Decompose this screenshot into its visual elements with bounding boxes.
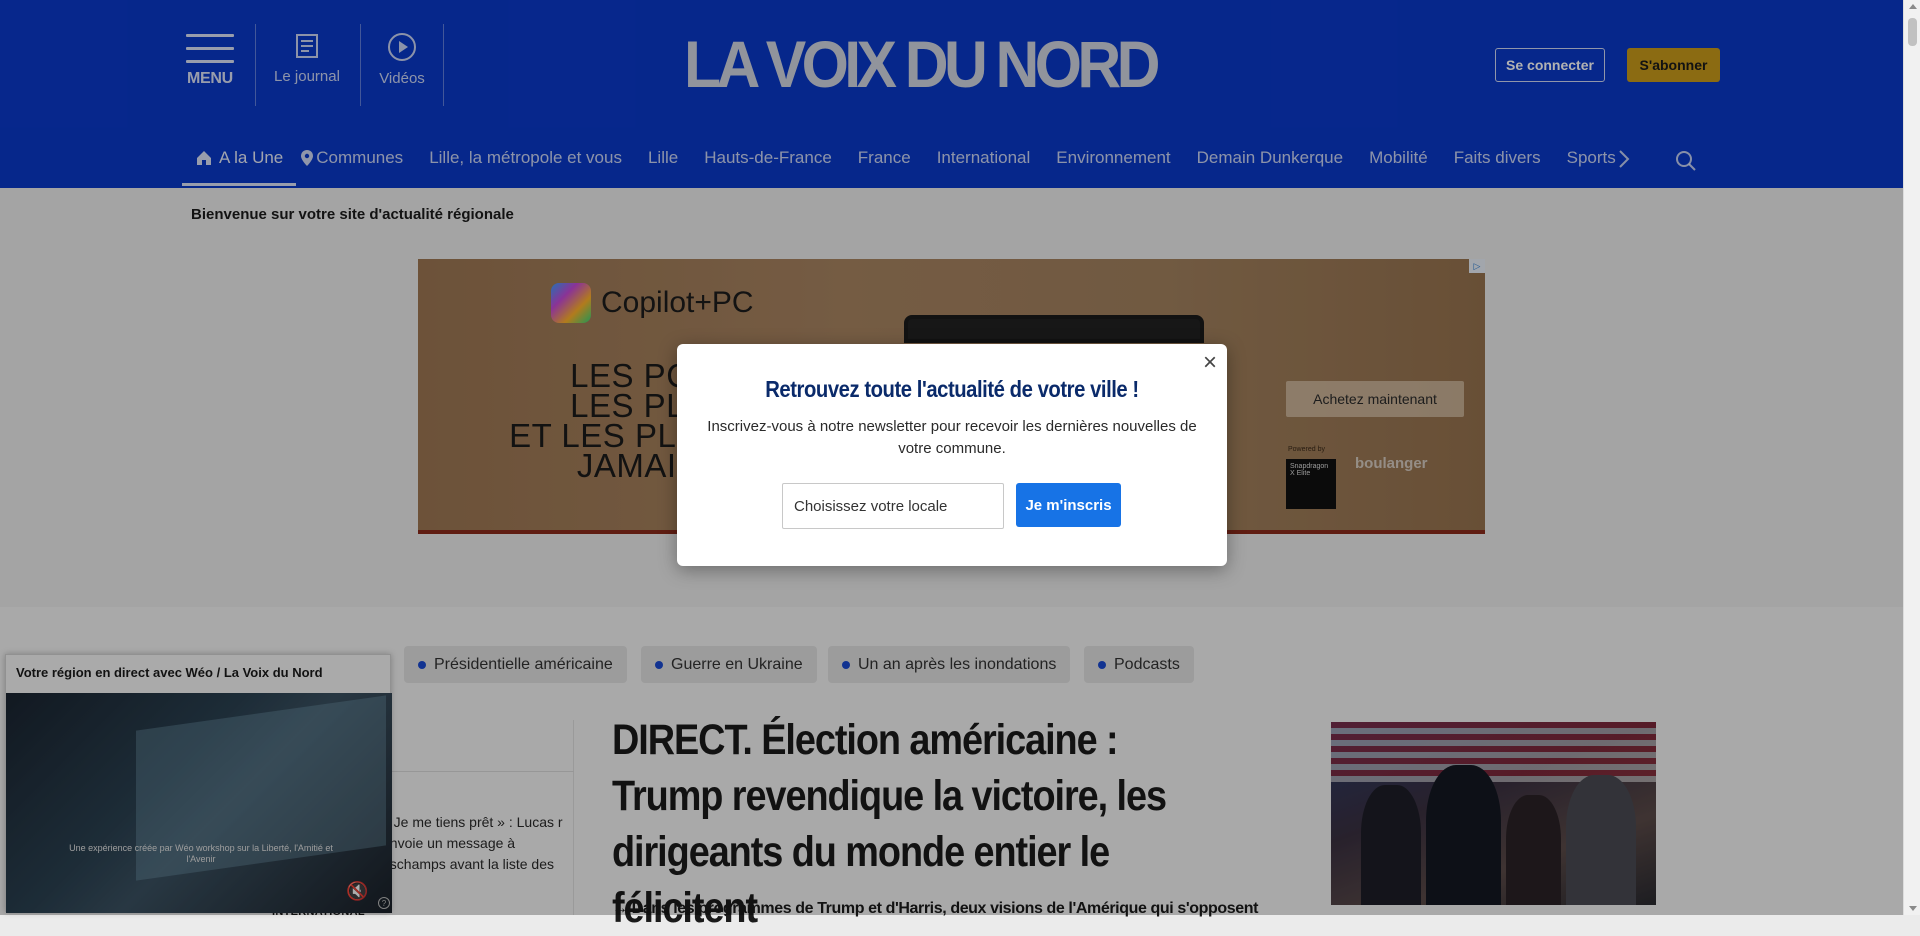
- modal-text: Inscrivez-vous à notre newsletter pour r…: [707, 418, 1197, 457]
- scroll-down-icon[interactable]: [1909, 906, 1917, 911]
- newsletter-modal: × Retrouvez toute l'actualité de votre v…: [677, 344, 1227, 566]
- locale-select[interactable]: Choisissez votre locale: [782, 483, 1004, 529]
- scrollbar-thumb[interactable]: [1908, 18, 1917, 46]
- page-scrollbar[interactable]: [1903, 0, 1920, 915]
- modal-title: Retrouvez toute l'actualité de votre vil…: [765, 376, 1139, 402]
- scroll-up-icon[interactable]: [1909, 4, 1917, 9]
- subscribe-submit-button[interactable]: Je m'inscris: [1016, 483, 1121, 527]
- close-icon[interactable]: ×: [1203, 351, 1217, 375]
